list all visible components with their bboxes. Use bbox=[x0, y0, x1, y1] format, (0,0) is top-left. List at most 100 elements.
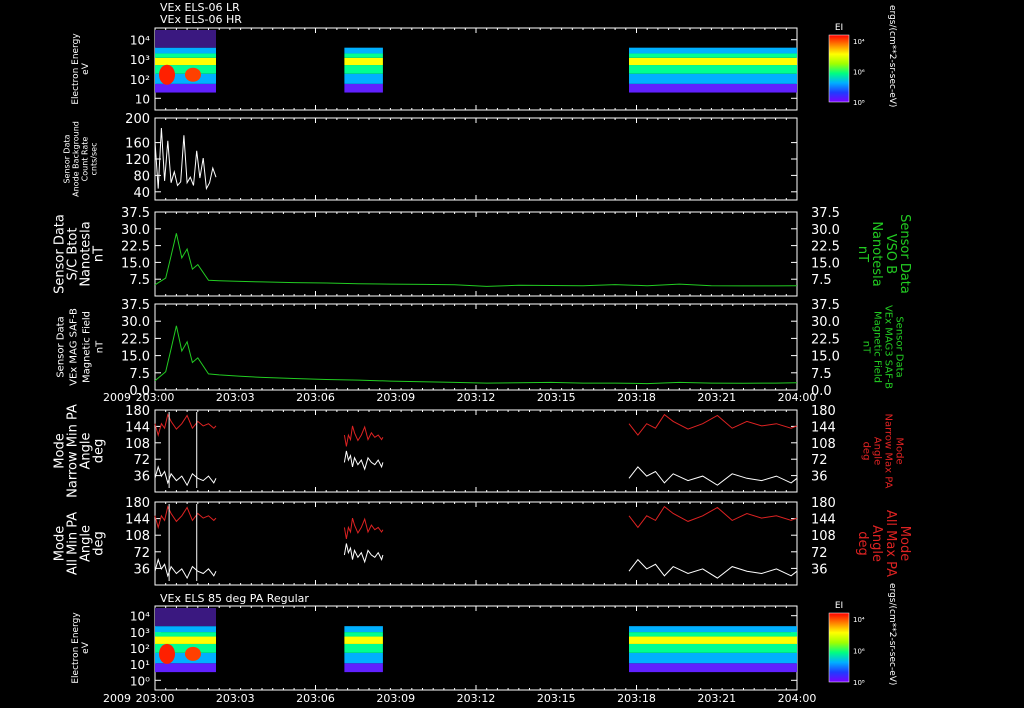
y-tick-label: 10² bbox=[130, 73, 150, 87]
y-tick-label: 36 bbox=[133, 470, 150, 485]
spectrogram-band bbox=[629, 632, 797, 637]
spectrogram-band bbox=[629, 57, 797, 66]
max-pa-line bbox=[628, 505, 798, 529]
spectrogram-band bbox=[344, 73, 383, 84]
time-tick-label: 203:06 bbox=[296, 692, 335, 705]
spectrogram-band bbox=[629, 643, 797, 653]
time-tick-label: 203:03 bbox=[216, 692, 255, 705]
colorbar-tick: 10⁶ bbox=[853, 648, 865, 656]
y-axis-label: eV bbox=[81, 62, 91, 75]
y-axis-label: Anode Background bbox=[72, 121, 81, 197]
time-tick-label: 203:21 bbox=[697, 391, 736, 404]
panel-frame-pa_narrow bbox=[154, 409, 798, 493]
spectrogram-noise bbox=[155, 30, 216, 48]
right-axis-label: VSO B bbox=[883, 234, 898, 274]
y-tick-label-right: 72 bbox=[811, 546, 828, 561]
time-tick-label: 203:15 bbox=[537, 391, 576, 404]
y-tick-label-right: 72 bbox=[811, 453, 828, 468]
y-tick-label-right: 22.5 bbox=[811, 240, 840, 255]
spectrogram-band bbox=[344, 643, 383, 653]
right-axis-label: Mode bbox=[897, 526, 912, 561]
y-tick-label: 15.0 bbox=[121, 350, 150, 365]
spectrogram-band bbox=[344, 663, 383, 673]
right-axis-label: Magnetic Field bbox=[872, 311, 883, 383]
y-tick-label: 22.5 bbox=[121, 240, 150, 255]
min-pa-line bbox=[154, 557, 217, 580]
spectrogram-band bbox=[155, 626, 216, 633]
spectrogram-band bbox=[629, 636, 797, 644]
y-tick-label-right: 144 bbox=[811, 513, 836, 528]
time-tick-label: 203:03 bbox=[216, 391, 255, 404]
colorbar-tick: 10⁸ bbox=[853, 99, 865, 107]
time-tick-label: 203:06 bbox=[296, 391, 335, 404]
y-tick-label: 10⁴ bbox=[130, 610, 150, 624]
y-axis-label: Electron Energy bbox=[71, 33, 81, 105]
y-tick-label-right: 108 bbox=[811, 437, 836, 452]
y-tick-label-right: 30.0 bbox=[811, 315, 840, 330]
y-tick-label-right: 37.5 bbox=[811, 206, 840, 221]
count-rate-line bbox=[154, 127, 217, 191]
spectrogram-hotspot bbox=[185, 646, 201, 661]
right-axis-label: Narrow Max PA bbox=[883, 414, 894, 489]
y-axis-label: deg bbox=[92, 531, 107, 556]
y-tick-label-right: 7.5 bbox=[811, 273, 832, 288]
right-axis-label: Mode bbox=[894, 437, 905, 464]
spectrogram-hotspot bbox=[159, 643, 175, 664]
year-label: 2009 bbox=[103, 391, 131, 404]
y-axis-label: Sensor Data bbox=[63, 134, 72, 183]
colorbar bbox=[828, 612, 850, 683]
right-axis-label: All Max PA bbox=[883, 510, 898, 577]
spectrogram-hotspot bbox=[185, 67, 201, 82]
time-tick-label: 203:12 bbox=[457, 391, 496, 404]
spectrogram-band bbox=[629, 652, 797, 664]
right-axis-label: Angle bbox=[872, 437, 883, 465]
spectrogram-band bbox=[155, 632, 216, 637]
right-axis-label: Nanotesla bbox=[869, 221, 884, 286]
y-axis-label: deg bbox=[92, 439, 107, 464]
y-tick-label: 30.0 bbox=[121, 223, 150, 238]
colorbar-label: EI bbox=[835, 601, 843, 611]
spectrogram-band bbox=[344, 53, 383, 58]
spectrogram-title-85deg: VEx ELS 85 deg PA Regular bbox=[160, 592, 309, 605]
y-tick-label: 10² bbox=[130, 642, 150, 656]
data-layer bbox=[154, 30, 798, 673]
y-tick-label: 7.5 bbox=[129, 273, 150, 288]
y-tick-label: 144 bbox=[125, 420, 150, 435]
time-tick-label: 203:15 bbox=[537, 692, 576, 705]
spectrogram-band bbox=[155, 53, 216, 58]
y-tick-label: 10 bbox=[135, 92, 150, 106]
spectrogram-band bbox=[629, 626, 797, 633]
spectrogram-band bbox=[629, 65, 797, 74]
y-tick-label-right: 7.5 bbox=[811, 367, 832, 382]
spectrogram-band bbox=[344, 83, 383, 93]
colorbar bbox=[828, 34, 850, 103]
y-tick-label: 22.5 bbox=[121, 332, 150, 347]
colorbar-tick: 10⁸ bbox=[853, 679, 865, 687]
colorbar-tick: 10⁴ bbox=[853, 38, 865, 46]
time-tick-label: 203:21 bbox=[697, 692, 736, 705]
y-tick-label: 10⁴ bbox=[130, 34, 150, 48]
right-axis-label: deg bbox=[861, 442, 872, 461]
time-tick-label: 204:00 bbox=[778, 692, 817, 705]
y-tick-label: 30.0 bbox=[121, 315, 150, 330]
max-pa-line bbox=[343, 517, 384, 539]
y-tick-label: 80 bbox=[133, 169, 150, 184]
y-tick-label: 15.0 bbox=[121, 256, 150, 271]
y-tick-label: 40 bbox=[133, 186, 150, 201]
y-tick-label: 10³ bbox=[130, 626, 150, 640]
time-tick-label: 203:18 bbox=[617, 692, 656, 705]
panel-frame-bmag_sc bbox=[154, 211, 798, 297]
max-pa-line bbox=[628, 413, 798, 436]
right-axis-label: nT bbox=[861, 341, 872, 354]
colorbar-tick: 10⁴ bbox=[853, 616, 865, 624]
spectrogram-band bbox=[344, 65, 383, 74]
spectrogram-title: VEx ELS-06 HR bbox=[160, 13, 242, 26]
spectrogram-band bbox=[344, 632, 383, 637]
right-axis-label: deg bbox=[855, 531, 870, 556]
spectrogram-band bbox=[155, 83, 216, 93]
right-axis-label: nT bbox=[855, 246, 870, 262]
max-pa-line bbox=[154, 413, 217, 437]
y-tick-label-right: 36 bbox=[811, 470, 828, 485]
y-tick-label-right: 30.0 bbox=[811, 223, 840, 238]
colorbar-unit: ergs/(cm**2-sr-sec-eV) bbox=[887, 5, 897, 107]
